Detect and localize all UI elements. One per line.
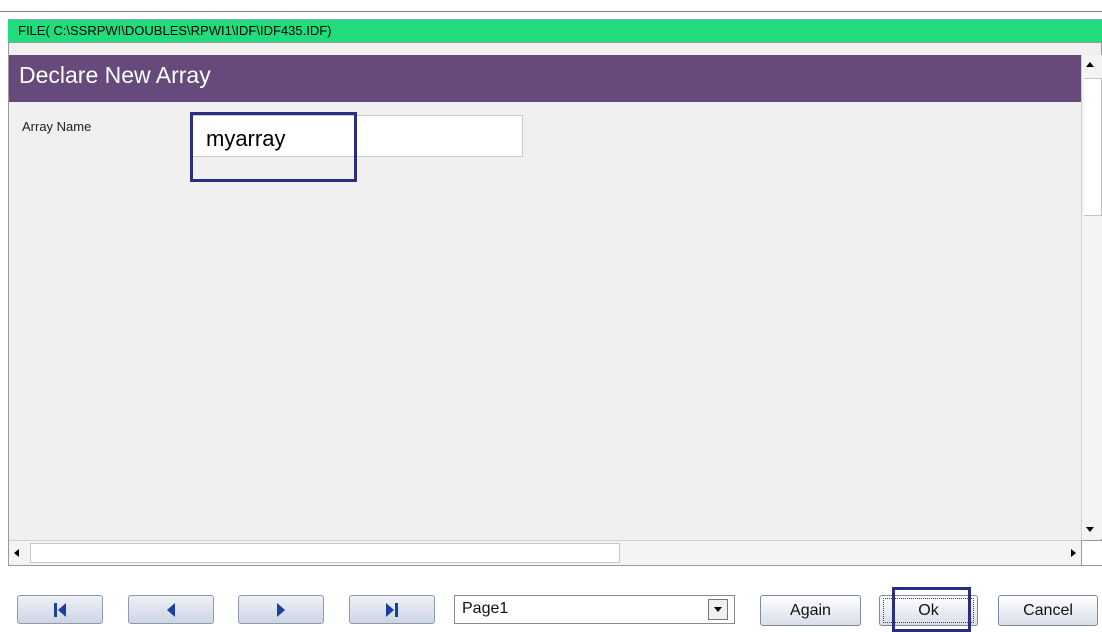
vertical-scroll-thumb[interactable] [1084,78,1102,216]
scroll-left-arrow-icon[interactable] [14,549,19,557]
dropdown-arrow-icon[interactable] [708,599,728,620]
scrollbar-corner [1081,540,1102,565]
scroll-right-arrow-icon[interactable] [1071,549,1076,557]
top-divider [0,11,1102,12]
horizontal-scroll-thumb[interactable] [30,543,620,563]
previous-page-button[interactable] [128,595,214,624]
first-page-icon [54,602,66,617]
dialog-title: Declare New Array [19,62,211,88]
form-area [9,102,1081,539]
array-name-label: Array Name [22,119,92,134]
dialog-title-bar: Declare New Array [9,55,1081,102]
page-select-value: Page1 [462,600,509,617]
next-page-icon [277,602,285,617]
first-page-button[interactable] [17,595,103,624]
next-page-button[interactable] [238,595,324,624]
file-path-bar: FILE( C:\SSRPWI\DOUBLES\RPWI1\IDF\IDF435… [8,19,1102,42]
previous-page-icon [167,602,175,617]
scroll-down-arrow-icon[interactable] [1086,527,1094,532]
again-button[interactable]: Again [760,595,861,626]
cancel-button[interactable]: Cancel [998,595,1098,626]
scroll-up-arrow-icon[interactable] [1086,62,1094,67]
ok-highlight-box [892,587,971,632]
last-page-button[interactable] [349,595,435,624]
file-path-text: FILE( C:\SSRPWI\DOUBLES\RPWI1\IDF\IDF435… [18,23,332,38]
last-page-icon [386,602,398,617]
input-highlight-box [190,112,357,182]
